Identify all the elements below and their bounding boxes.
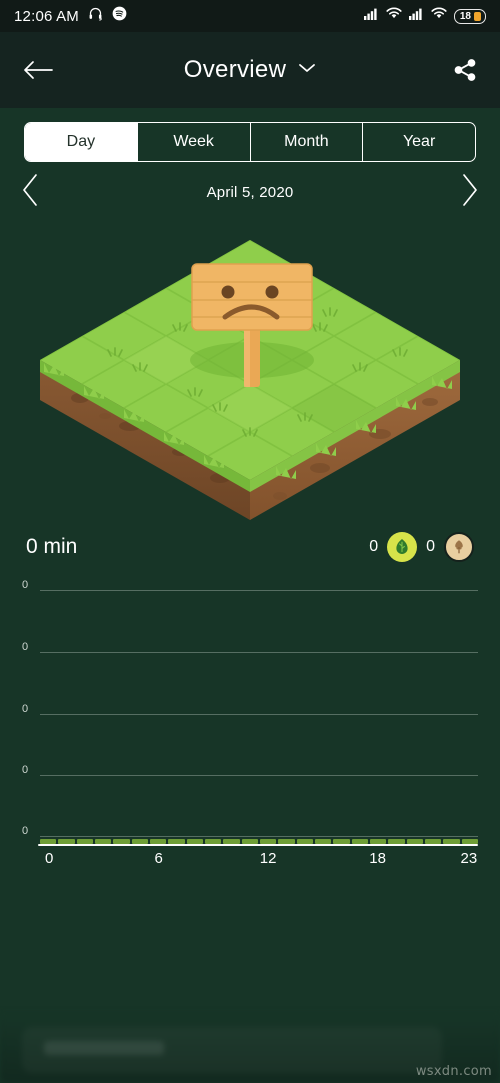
current-date-label: April 5, 2020 [206,183,294,201]
leaf-count: 0 [369,538,379,555]
isometric-plot-graphic [40,240,460,520]
headphones-icon [88,6,103,26]
empty-forest-illustration [0,220,500,520]
battery-fill-icon [474,11,481,21]
tab-week[interactable]: Week [138,123,251,161]
page-title: Overview [183,56,287,83]
app-bar: Overview [0,32,500,108]
gridline-3 [40,714,478,715]
gridline-row-4: 0 [22,764,478,776]
x-tick-label: 23 [460,850,478,867]
summary-row: 0 min 0 0 [0,524,500,570]
next-day-button[interactable] [458,172,480,213]
gridline-row-3: 0 [22,703,478,715]
watermark: wsxdn.com [415,1064,492,1079]
wifi-icon-2 [431,7,447,25]
previous-day-button[interactable] [20,172,42,213]
tree-badge-group: 0 [426,532,474,562]
x-tick-label: 0 [44,850,54,867]
y-tick-label-4: 0 [22,763,29,776]
chevron-down-icon[interactable] [298,61,316,79]
period-tabs-wrapper: Day Week Month Year [0,108,500,162]
total-focus-time: 0 min [26,535,78,558]
battery-indicator: 18 [453,8,486,24]
x-tick-label: 6 [154,850,163,867]
tree-badge-icon [444,532,474,562]
x-tick-label: 12 [259,850,277,867]
tab-year[interactable]: Year [363,123,475,161]
period-tabs: Day Week Month Year [24,122,476,162]
tab-month[interactable]: Month [251,123,364,161]
y-tick-label-2: 0 [22,640,29,653]
tab-day[interactable]: Day [25,123,138,161]
status-bar: 12:06 AM 18 [0,0,500,32]
gridline-2 [40,652,478,653]
x-axis-line [38,843,478,846]
signal-bars-icon [363,7,379,25]
gridline-4 [40,775,478,776]
battery-level-label: 18 [459,10,471,22]
status-bar-clock: 12:06 AM [14,7,79,25]
y-tick-label-1: 0 [22,578,29,591]
spotify-icon [112,6,127,26]
y-tick-label-3: 0 [22,702,29,715]
back-button[interactable] [22,59,54,81]
wifi-icon [386,7,402,25]
app-bar-title-group[interactable]: Overview [0,56,500,84]
leaf-badge-group: 0 [369,532,418,562]
bottom-text-placeholder [44,1041,164,1055]
gridline-1 [40,590,478,591]
sad-sign-board [191,263,313,331]
status-bar-left: 12:06 AM [14,6,127,26]
bar-series [40,834,478,844]
x-axis-tick-labels: 0 6 12 18 23 [40,850,478,872]
gridline-row-2: 0 [22,641,478,653]
date-navigator: April 5, 2020 [0,162,500,208]
tree-count: 0 [426,538,435,555]
x-tick-label: 18 [369,850,386,867]
status-bar-right: 18 [363,7,486,25]
share-button[interactable] [452,57,478,83]
gridline-row-1: 0 [22,579,478,591]
leaf-badge-icon [387,532,418,562]
hourly-focus-chart: 0 0 0 0 0 0 6 12 18 23 [22,578,478,878]
y-tick-label-5: 0 [22,824,29,837]
badge-group-wrapper: 0 0 [369,532,474,562]
signal-bars-icon-2 [408,7,424,25]
